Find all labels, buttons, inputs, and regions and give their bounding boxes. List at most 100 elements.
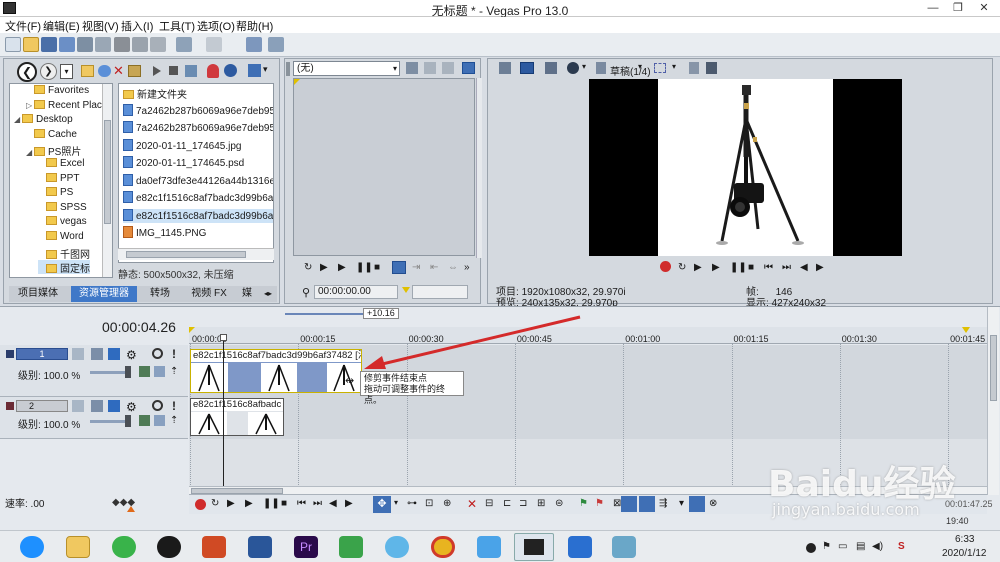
quality-dropdown[interactable]: 草稿(1/4) (610, 63, 651, 78)
tl-go-start-icon[interactable]: ⏮ (297, 498, 306, 509)
trimmer-monitor-icon[interactable] (462, 62, 475, 74)
menu-help[interactable]: 帮助(H) (236, 18, 273, 34)
forward-button[interactable]: ❯ (40, 63, 57, 80)
trimmer-tool-icon[interactable] (406, 62, 418, 74)
preview-play-start-icon[interactable]: ▶ (694, 262, 702, 273)
tl-stop-icon[interactable]: ■ (281, 498, 287, 509)
views-dropdown-icon[interactable]: ▾ (263, 64, 268, 75)
track-2-clip[interactable]: e82c1f1516c8afbadc (190, 398, 284, 436)
tl-next-frame-icon[interactable]: ▶ (345, 498, 353, 509)
track-1-slider-thumb[interactable] (125, 366, 131, 378)
word-icon[interactable] (248, 536, 272, 558)
history-dropdown-icon[interactable]: ▾ (60, 64, 73, 79)
tree-item[interactable]: ◢ Desktop (14, 114, 73, 128)
loop-icon[interactable]: ↻ (304, 262, 312, 273)
tree-expander-icon[interactable]: ▷ (26, 101, 34, 110)
track-1-clip[interactable]: e82c1f1516c8af7badc3d99b6af37482 [混 (190, 349, 362, 393)
file-hscrollbar[interactable] (118, 248, 274, 260)
selection-edit-icon[interactable]: ⊡ (425, 498, 433, 509)
go-end-icon[interactable]: ⏭ (782, 262, 791, 273)
tablet-icon[interactable] (568, 536, 592, 558)
file-list-item[interactable]: e82c1f1516c8af7badc3d99b6af3 (123, 191, 273, 205)
tray-action-icon[interactable]: ▭ (838, 541, 847, 552)
tray-qq-icon[interactable] (806, 543, 816, 553)
track-1-solo-icon[interactable]: ! (172, 347, 176, 361)
tray-network-icon[interactable]: ▤ (856, 541, 865, 552)
mic-icon[interactable] (207, 64, 219, 78)
tree-expander-icon[interactable]: ◢ (14, 115, 22, 124)
file-list-item[interactable]: 新建文件夹 (123, 86, 273, 101)
track-2-fx-icon[interactable] (91, 400, 103, 412)
track-2-level-slider[interactable] (90, 420, 130, 423)
marker-insert-icon[interactable]: ⚑ (579, 498, 588, 509)
up-folder-icon[interactable] (81, 65, 94, 77)
track-2-mute-icon[interactable] (152, 400, 163, 411)
back-button[interactable]: ❮ (17, 62, 37, 82)
split-dropdown-icon[interactable]: ▾ (582, 62, 586, 71)
notes-icon[interactable] (612, 536, 636, 558)
menu-tools[interactable]: 工具(T) (159, 18, 195, 34)
file-list-item[interactable]: da0ef73dfe3e44126a44b1316e5 (123, 173, 273, 188)
cut-icon[interactable] (114, 37, 130, 52)
pause-icon[interactable]: ❚❚ (356, 262, 373, 273)
tray-volume-icon[interactable]: ◀) (872, 541, 883, 552)
lock-envelopes-icon[interactable] (689, 496, 705, 512)
wechat-icon[interactable] (112, 536, 136, 558)
playhead-handle[interactable] (220, 334, 227, 341)
trimmer-dropdown[interactable]: (无) ▾ (293, 61, 400, 76)
tray-flag-icon[interactable]: ⚑ (822, 541, 831, 552)
save-snapshot-icon[interactable] (706, 62, 717, 74)
stop-icon[interactable] (169, 66, 178, 75)
chrome-icon[interactable] (431, 536, 455, 558)
tree-item[interactable]: Word (38, 231, 84, 245)
zoom-edit-icon[interactable]: ⊕ (443, 498, 451, 509)
track-1-number[interactable]: 1 (16, 348, 68, 360)
tree-expander-icon[interactable]: ◢ (26, 148, 34, 157)
play-icon[interactable] (153, 66, 161, 76)
qq-icon[interactable] (157, 536, 181, 558)
track-1-motion-icon[interactable] (72, 348, 84, 360)
new-folder-icon[interactable] (128, 65, 141, 77)
preview-play-icon[interactable]: ▶ (712, 262, 720, 273)
trim-end-icon[interactable]: ⊐ (519, 498, 527, 509)
insert-icon[interactable]: ⇥ (412, 262, 420, 273)
envelope-edit-icon[interactable]: ⊶ (407, 498, 417, 509)
edit-tool-dropdown-icon[interactable]: ▾ (394, 498, 398, 507)
tree-item[interactable]: ◢ PS照片 (26, 143, 81, 158)
vegas-task-button[interactable] (514, 533, 554, 561)
fit-icon[interactable]: ⇔ (448, 262, 458, 273)
zoom-slider[interactable] (285, 313, 363, 315)
tab-media-generators[interactable]: 媒 (237, 286, 257, 302)
trimmer-tool3-icon[interactable] (442, 62, 454, 74)
tl-play-icon[interactable]: ▶ (245, 498, 253, 509)
loop-end-marker[interactable] (962, 327, 970, 333)
quality-chevron-icon[interactable]: ▾ (638, 62, 642, 71)
split-screen-icon[interactable] (567, 62, 579, 74)
file-list-item[interactable]: 2020-01-11_174645.jpg (123, 138, 273, 153)
delete-icon[interactable]: ✕ (113, 63, 124, 79)
track-2-slider-thumb[interactable] (125, 415, 131, 427)
tl-go-end-icon[interactable]: ⏭ (313, 498, 322, 509)
tree-item[interactable]: 固定标 (38, 260, 90, 275)
envelope-tool-icon[interactable] (268, 37, 284, 52)
redo-icon[interactable] (206, 37, 222, 52)
trim-icon[interactable]: ⊟ (485, 498, 493, 509)
restore-button[interactable]: ❐ (945, 0, 971, 16)
tab-explorer[interactable]: 资源管理器 (71, 286, 137, 302)
tree-item[interactable]: Favorites (26, 85, 89, 99)
track-1-mute-icon[interactable] (152, 348, 163, 359)
file-explorer-icon[interactable] (66, 536, 90, 558)
tl-pause-icon[interactable]: ❚❚ (263, 498, 280, 509)
trimmer-stop-icon[interactable]: ■ (374, 262, 380, 273)
start-orb-icon[interactable] (20, 536, 44, 558)
chat-app-icon[interactable] (385, 536, 409, 558)
minimize-button[interactable]: — (920, 0, 946, 16)
more-icon[interactable]: » (464, 262, 470, 273)
track-2-number[interactable]: 2 (16, 400, 68, 412)
views-icon[interactable] (248, 64, 261, 77)
undo-icon[interactable] (176, 37, 192, 52)
cleaner-icon[interactable] (339, 536, 363, 558)
tl-record-icon[interactable] (195, 499, 206, 510)
tree-scrollbar[interactable] (102, 84, 112, 277)
track-1-settings-icon[interactable]: ⚙ (126, 348, 137, 362)
